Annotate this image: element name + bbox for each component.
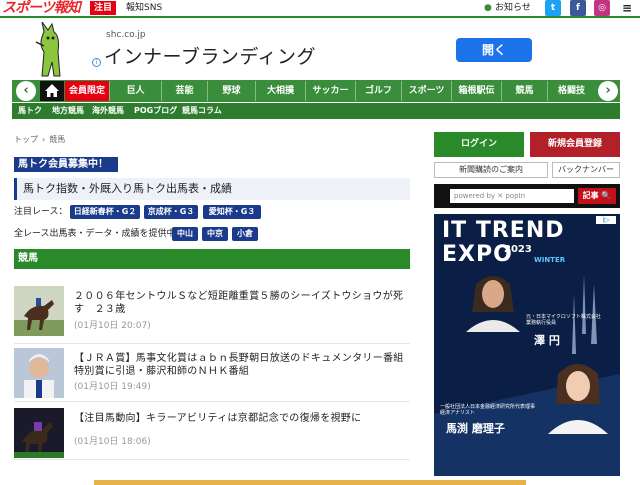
ad-info-icon[interactable]: i▷ — [596, 216, 616, 224]
nav-prev-icon[interactable]: ‹ — [16, 81, 36, 101]
nav-item-golf[interactable]: ゴルフ — [355, 81, 401, 101]
feature-link[interactable]: 馬トク指数・外厩入り馬トク出馬表・成績 — [14, 178, 410, 200]
news-time: (01月10日 19:49) — [74, 382, 151, 392]
facebook-icon[interactable]: f — [570, 0, 586, 16]
top-bar: スポーツ報知 注目 報知SNS ● お知らせ t f ◎ ≡ — [0, 0, 640, 16]
subscribe-link[interactable]: 新聞購読のご案内 — [434, 162, 548, 178]
speaker1-photo — [466, 276, 520, 332]
breadcrumb-sep: › — [42, 135, 46, 144]
subnav-item-pog[interactable]: POGブログ — [134, 103, 177, 119]
speaker2-caption: 一般社団法人日本金融経済研究所代表理事 経済アナリスト — [440, 404, 536, 416]
search-button[interactable]: 記事 🔍 — [578, 188, 616, 204]
race-tag[interactable]: 日経新春杯・G２ — [70, 205, 140, 219]
subnav-item-overseas[interactable]: 海外競馬 — [92, 103, 124, 119]
ad-open-button[interactable]: 開く — [456, 38, 532, 62]
all-races-label: 全レース出馬表・データ・成績を提供中 — [14, 229, 176, 239]
news-thumbnail — [14, 286, 64, 336]
search-input[interactable]: powered by ✕ popIn — [450, 189, 574, 203]
speaker2-name: 馬渕 磨理子 — [446, 422, 505, 435]
login-button[interactable]: ログイン — [434, 132, 524, 157]
notice-link[interactable]: ● お知らせ — [484, 1, 531, 15]
sub-nav: 馬トク 地方競馬 海外競馬 POGブログ 競馬コラム — [12, 103, 620, 119]
attention-badge[interactable]: 注目 — [90, 1, 117, 15]
ad-info-icon[interactable]: i — [92, 58, 101, 67]
bell-icon: ● — [484, 3, 492, 13]
ad-year: 2023 — [504, 244, 532, 255]
ad-headline-2: EXPO — [442, 242, 513, 267]
sns-link[interactable]: 報知SNS — [126, 1, 162, 15]
breadcrumb: トップ › 競馬 — [14, 134, 65, 145]
instagram-icon[interactable]: ◎ — [594, 0, 610, 16]
ad-season: WINTER — [534, 256, 566, 264]
nav-item-soccer[interactable]: サッカー — [305, 81, 355, 101]
news-time: (01月10日 18:06) — [74, 437, 151, 447]
nav-next-icon[interactable]: › — [598, 81, 618, 101]
news-thumbnail — [14, 348, 64, 398]
speaker1-name: 澤 円 — [534, 334, 560, 347]
subnav-item-column[interactable]: 競馬コラム — [182, 103, 222, 119]
speaker1-caption: 元・日本マイクロソフト株式会社 業務執行役員 — [526, 314, 601, 326]
mascot-illustration — [35, 22, 61, 77]
subnav-item-local[interactable]: 地方競馬 — [52, 103, 84, 119]
backnumber-link[interactable]: バックナンバー — [552, 162, 620, 178]
nav-item-fighting[interactable]: 格闘技 — [547, 81, 595, 101]
header-divider — [0, 16, 640, 18]
nav-item-sports[interactable]: スポーツ — [401, 81, 451, 101]
speaker2-photo — [548, 364, 608, 434]
menu-icon[interactable]: ≡ — [619, 0, 635, 16]
venue-tag[interactable]: 中京 — [202, 227, 228, 241]
featured-races-row: 注目レース： — [14, 205, 68, 219]
nav-item-hakone[interactable]: 箱根駅伝 — [451, 81, 501, 101]
venue-tag[interactable]: 中山 — [172, 227, 198, 241]
membership-banner[interactable]: 馬トク会員募集中！ — [14, 157, 118, 172]
ad-headline[interactable]: インナーブランディング — [104, 42, 316, 69]
venue-tag[interactable]: 小倉 — [232, 227, 258, 241]
side-banner-ad[interactable]: i▷ IT TREND EXPO 2023 WINTER 元・日本マイクロソフト… — [434, 214, 620, 476]
nav-item-entertainment[interactable]: 芸能 — [161, 81, 207, 101]
nav-item-members[interactable]: 会員限定 — [65, 81, 109, 101]
breadcrumb-current: 競馬 — [49, 135, 66, 144]
news-item[interactable]: ２００６年セントウルＳなど短距離重賞５勝のシーイズトウショウが死す ２３歳 (0… — [14, 286, 410, 344]
ad-domain: shc.co.jp — [106, 30, 146, 40]
nav-item-baseball[interactable]: 野球 — [207, 81, 255, 101]
race-tag[interactable]: 愛知杯・G３ — [203, 205, 261, 219]
notice-label: お知らせ — [495, 3, 531, 13]
race-tag[interactable]: 京成杯・G３ — [144, 205, 198, 219]
news-item[interactable]: 【ＪＲＡ賞】馬事文化賞はａｂｎ長野朝日放送のドキュメンタリー番組 特別賞に引退・… — [14, 348, 414, 402]
breadcrumb-home[interactable]: トップ — [14, 135, 38, 144]
main-nav: ‹ 会員限定 巨人 芸能 野球 大相撲 サッカー ゴルフ スポーツ 箱根駅伝 競… — [12, 80, 620, 102]
news-item[interactable]: 【注目馬動向】キラーアビリティは京都記念での復帰を視野に (01月10日 18:… — [14, 408, 410, 460]
news-time: (01月10日 20:07) — [74, 321, 151, 331]
bottom-ad-strip[interactable] — [94, 480, 526, 485]
ad-headline-1: IT TREND — [442, 218, 565, 243]
nav-item-sumo[interactable]: 大相撲 — [255, 81, 305, 101]
all-races-row: 全レース出馬表・データ・成績を提供中 — [14, 227, 176, 241]
search-bar: powered by ✕ popIn 記事 🔍 — [434, 184, 620, 208]
section-heading: 競馬 — [14, 249, 410, 269]
nav-item-giants[interactable]: 巨人 — [109, 81, 161, 101]
subnav-item-umatoku[interactable]: 馬トク — [18, 103, 42, 119]
nav-item-keiba[interactable]: 競馬 — [501, 81, 547, 101]
news-title[interactable]: ２００６年セントウルＳなど短距離重賞５勝のシーイズトウショウが死す ２３歳 — [74, 290, 410, 316]
home-icon[interactable] — [40, 81, 64, 101]
site-logo[interactable]: スポーツ報知 — [2, 0, 81, 16]
news-title[interactable]: 【注目馬動向】キラーアビリティは京都記念での復帰を視野に — [74, 412, 410, 425]
twitter-icon[interactable]: t — [545, 0, 561, 16]
races-label: 注目レース： — [14, 207, 68, 217]
register-button[interactable]: 新規会員登録 — [530, 132, 620, 157]
news-title[interactable]: 【ＪＲＡ賞】馬事文化賞はａｂｎ長野朝日放送のドキュメンタリー番組 特別賞に引退・… — [74, 352, 414, 378]
news-thumbnail — [14, 408, 64, 458]
